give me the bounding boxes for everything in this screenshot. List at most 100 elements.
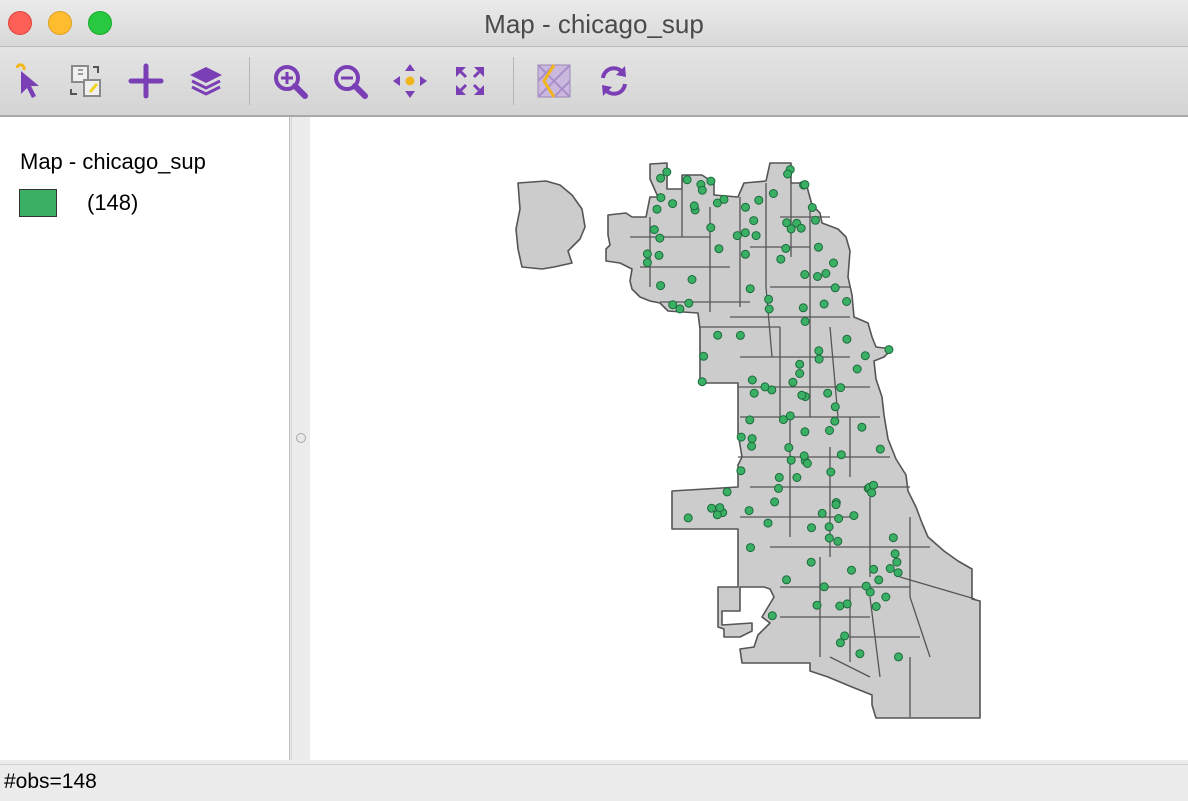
supermarket-point[interactable] [732, 231, 742, 241]
basemap-button[interactable] [532, 59, 576, 103]
supermarket-point[interactable] [764, 304, 774, 314]
supermarket-point[interactable] [683, 513, 693, 523]
supermarket-point[interactable] [802, 459, 812, 468]
supermarket-point[interactable] [885, 564, 895, 573]
supermarket-point[interactable] [834, 514, 844, 523]
supermarket-point[interactable] [770, 497, 780, 507]
select-tool-button[interactable] [6, 59, 50, 103]
supermarket-point[interactable] [747, 375, 757, 385]
supermarket-point[interactable] [849, 511, 859, 521]
supermarket-point[interactable] [654, 250, 664, 260]
supermarket-point[interactable] [836, 450, 846, 460]
supermarket-point[interactable] [830, 283, 840, 293]
supermarket-point[interactable] [736, 432, 746, 442]
supermarket-point[interactable] [652, 204, 662, 214]
supermarket-point[interactable] [699, 351, 709, 361]
supermarket-point[interactable] [852, 364, 862, 374]
supermarket-point[interactable] [740, 249, 750, 259]
supermarket-point[interactable] [719, 194, 729, 204]
supermarket-point[interactable] [821, 269, 831, 278]
supermarket-point[interactable] [735, 330, 745, 340]
full-extent-button[interactable] [448, 59, 492, 103]
layers-button[interactable] [184, 59, 228, 103]
supermarket-point[interactable] [713, 330, 723, 340]
supermarket-point[interactable] [796, 223, 806, 233]
supermarket-point[interactable] [861, 581, 871, 591]
supermarket-point[interactable] [814, 346, 824, 356]
supermarket-point[interactable] [764, 294, 774, 304]
supermarket-point[interactable] [754, 195, 764, 205]
supermarket-point[interactable] [751, 231, 761, 241]
supermarket-point[interactable] [833, 536, 843, 546]
supermarket-point[interactable] [774, 483, 783, 493]
supermarket-point[interactable] [881, 592, 891, 602]
supermarket-point[interactable] [656, 193, 666, 203]
supermarket-point[interactable] [826, 467, 836, 477]
supermarket-point[interactable] [800, 427, 810, 437]
zoom-in-button[interactable] [268, 59, 312, 103]
supermarket-point[interactable] [687, 275, 697, 284]
supermarket-point[interactable] [824, 533, 834, 543]
supermarket-point[interactable] [745, 284, 755, 294]
supermarket-point[interactable] [847, 565, 856, 575]
supermarket-point[interactable] [814, 354, 824, 364]
supermarket-point[interactable] [786, 224, 796, 234]
supermarket-point[interactable] [890, 549, 900, 559]
supermarket-point[interactable] [814, 242, 823, 252]
supermarket-point[interactable] [842, 599, 852, 609]
supermarket-point[interactable] [855, 649, 865, 659]
supermarket-point[interactable] [812, 600, 822, 610]
supermarket-point[interactable] [800, 317, 810, 326]
supermarket-point[interactable] [894, 652, 903, 662]
supermarket-point[interactable] [747, 434, 757, 444]
panel-splitter[interactable] [291, 117, 310, 760]
supermarket-point[interactable] [817, 508, 827, 518]
supermarket-point[interactable] [768, 189, 778, 198]
supermarket-point[interactable] [875, 444, 885, 454]
add-button[interactable] [124, 59, 168, 103]
supermarket-point[interactable] [819, 299, 829, 309]
supermarket-point[interactable] [744, 506, 754, 516]
supermarket-point[interactable] [807, 523, 816, 533]
supermarket-point[interactable] [800, 180, 810, 190]
supermarket-point[interactable] [774, 472, 784, 482]
legend-swatch[interactable] [19, 189, 57, 217]
supermarket-point[interactable] [824, 522, 834, 532]
supermarket-point[interactable] [869, 480, 878, 490]
supermarket-point[interactable] [823, 388, 833, 398]
supermarket-point[interactable] [797, 390, 807, 400]
supermarket-point[interactable] [697, 377, 707, 387]
supermarket-point[interactable] [813, 272, 822, 281]
supermarket-point[interactable] [749, 388, 759, 398]
supermarket-point[interactable] [747, 441, 757, 451]
selection-shape-button[interactable] [64, 59, 108, 103]
supermarket-point[interactable] [871, 602, 881, 611]
supermarket-point[interactable] [682, 175, 692, 185]
supermarket-point[interactable] [830, 402, 840, 412]
supermarket-point[interactable] [714, 244, 724, 254]
supermarket-point[interactable] [784, 443, 794, 453]
supermarket-point[interactable] [831, 500, 841, 510]
supermarket-point[interactable] [662, 167, 672, 177]
supermarket-point[interactable] [786, 455, 796, 465]
supermarket-point[interactable] [706, 176, 716, 186]
supermarket-point[interactable] [736, 466, 746, 476]
supermarket-point[interactable] [836, 383, 846, 393]
supermarket-point[interactable] [642, 258, 652, 268]
supermarket-point[interactable] [741, 202, 750, 212]
supermarket-point[interactable] [785, 411, 795, 421]
supermarket-point[interactable] [649, 225, 659, 235]
supermarket-point[interactable] [675, 304, 685, 314]
supermarket-point[interactable] [829, 258, 838, 268]
supermarket-point[interactable] [668, 199, 678, 209]
splitter-handle[interactable] [296, 433, 306, 443]
supermarket-point[interactable] [706, 223, 716, 233]
supermarket-point[interactable] [781, 243, 791, 253]
supermarket-point[interactable] [767, 611, 777, 621]
supermarket-point[interactable] [830, 416, 840, 426]
supermarket-point[interactable] [800, 270, 810, 279]
supermarket-point[interactable] [884, 345, 894, 355]
supermarket-point[interactable] [842, 297, 852, 306]
supermarket-point[interactable] [788, 377, 798, 387]
supermarket-point[interactable] [776, 254, 786, 264]
